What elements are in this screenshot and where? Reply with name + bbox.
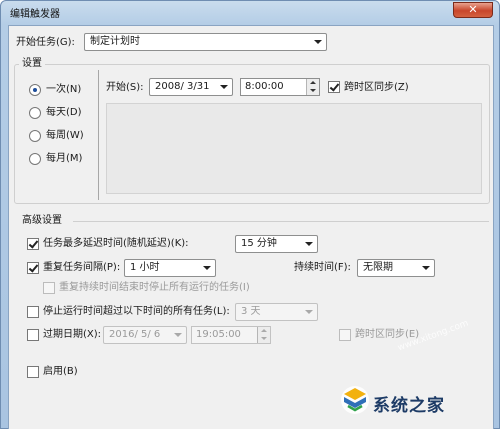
start-time-value: 8:00:00 — [245, 81, 284, 92]
recurrence-detail-panel — [106, 103, 482, 194]
expire-time-spinner[interactable]: 19:05:00 — [191, 326, 271, 344]
watermark-logo-icon — [341, 386, 369, 414]
close-button[interactable]: ✕ — [453, 2, 493, 18]
repeat-checkbox[interactable] — [27, 262, 39, 274]
watermark-text: 系统之家 — [373, 396, 445, 416]
stop-at-end-label: 重复持续时间结束时停止所有运行的任务(I) — [59, 282, 250, 293]
chevron-down-icon — [203, 266, 211, 270]
expire-sync-timezone-checkbox[interactable] — [339, 329, 351, 341]
begin-task-value: 制定计划时 — [90, 36, 140, 47]
chevron-down-icon — [422, 266, 430, 270]
enabled-checkbox[interactable] — [27, 366, 39, 378]
chevron-down-icon — [305, 310, 313, 314]
delay-dropdown[interactable]: 15 分钟 — [235, 235, 318, 253]
schedule-weekly-radio[interactable] — [29, 130, 41, 142]
enabled-label: 启用(B) — [43, 366, 78, 377]
begin-task-label: 开始任务(G): — [16, 37, 75, 48]
begin-task-dropdown[interactable]: 制定计划时 — [84, 33, 327, 51]
delay-value: 15 分钟 — [241, 238, 277, 249]
stop-at-end-checkbox[interactable] — [43, 282, 55, 294]
chevron-down-icon — [220, 85, 228, 89]
start-date-picker[interactable]: 2008/ 3/31 — [149, 78, 233, 96]
repeat-interval-dropdown[interactable]: 1 小时 — [124, 259, 216, 277]
expire-date-picker[interactable]: 2016/ 5/ 6 — [103, 326, 187, 344]
delay-checkbox[interactable] — [27, 238, 39, 250]
schedule-monthly-label: 每月(M) — [46, 153, 83, 164]
settings-divider — [98, 70, 99, 200]
dialog-client-area: 开始任务(G): 制定计划时 设置 一次(N) 每天(D) 每周(W) 每月(M… — [8, 25, 494, 429]
delay-label: 任务最多延迟时间(随机延迟)(K): — [43, 238, 189, 249]
repeat-interval-value: 1 小时 — [130, 262, 160, 273]
start-date-value: 2008/ 3/31 — [155, 81, 210, 92]
repeat-duration-label: 持续时间(F): — [294, 262, 351, 273]
stop-longer-value: 3 天 — [241, 306, 261, 317]
close-icon: ✕ — [468, 3, 478, 16]
start-sync-timezone-label: 跨时区同步(Z) — [344, 82, 409, 93]
spin-buttons[interactable] — [257, 327, 270, 343]
chevron-down-icon — [314, 40, 322, 44]
schedule-daily-radio[interactable] — [29, 107, 41, 119]
repeat-duration-value: 无限期 — [363, 262, 393, 273]
expire-time-value: 19:05:00 — [196, 329, 241, 340]
expire-date-value: 2016/ 5/ 6 — [109, 329, 161, 340]
title-bar[interactable]: 编辑触发器 ✕ — [1, 1, 499, 23]
stop-longer-label: 停止运行时间超过以下时间的所有任务(L): — [43, 306, 230, 317]
settings-group-title: 设置 — [19, 58, 45, 70]
repeat-duration-dropdown[interactable]: 无限期 — [357, 259, 435, 277]
stop-longer-dropdown[interactable]: 3 天 — [235, 303, 318, 321]
schedule-once-radio[interactable] — [29, 84, 41, 96]
stop-longer-checkbox[interactable] — [27, 306, 39, 318]
start-time-spinner[interactable]: 8:00:00 — [240, 78, 320, 96]
window-title: 编辑触发器 — [10, 9, 60, 20]
schedule-once-label: 一次(N) — [46, 84, 82, 95]
schedule-weekly-label: 每周(W) — [46, 130, 84, 141]
chevron-down-icon — [174, 333, 182, 337]
advanced-group-title: 高级设置 — [19, 215, 65, 227]
schedule-daily-label: 每天(D) — [46, 107, 82, 118]
schedule-monthly-radio[interactable] — [29, 153, 41, 165]
start-label: 开始(S): — [106, 82, 144, 93]
spin-up-icon — [310, 81, 316, 84]
spin-up-icon — [261, 329, 267, 332]
spin-buttons[interactable] — [306, 79, 319, 95]
spin-down-icon — [261, 337, 267, 340]
repeat-label: 重复任务间隔(P): — [43, 262, 121, 273]
expire-checkbox[interactable] — [27, 329, 39, 341]
chevron-down-icon — [305, 242, 313, 246]
advanced-group-line — [73, 221, 489, 222]
dialog-window: 编辑触发器 ✕ 开始任务(G): 制定计划时 设置 一次(N) 每天(D) 每周… — [0, 0, 500, 429]
spin-down-icon — [310, 89, 316, 92]
expire-label: 过期日期(X): — [43, 329, 102, 340]
start-sync-timezone-checkbox[interactable] — [328, 81, 340, 93]
